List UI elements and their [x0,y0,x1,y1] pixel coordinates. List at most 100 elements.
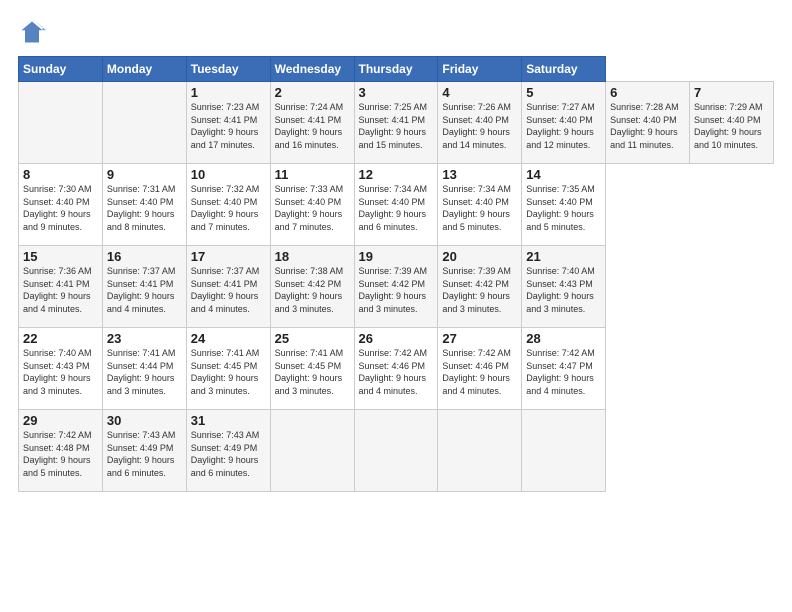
calendar-day-4: 4 Sunrise: 7:26 AM Sunset: 4:40 PM Dayli… [438,82,522,164]
calendar-day-19: 19 Sunrise: 7:39 AM Sunset: 4:42 PM Dayl… [354,246,438,328]
logo [18,18,50,46]
calendar-table: SundayMondayTuesdayWednesdayThursdayFrid… [18,56,774,492]
day-header-thursday: Thursday [354,57,438,82]
calendar-week-0: 1 Sunrise: 7:23 AM Sunset: 4:41 PM Dayli… [19,82,774,164]
day-number: 9 [107,167,182,182]
day-header-monday: Monday [102,57,186,82]
day-info: Sunrise: 7:37 AM Sunset: 4:41 PM Dayligh… [107,265,182,315]
calendar-day-21: 21 Sunrise: 7:40 AM Sunset: 4:43 PM Dayl… [522,246,606,328]
calendar-day-27: 27 Sunrise: 7:42 AM Sunset: 4:46 PM Dayl… [438,328,522,410]
calendar-day-12: 12 Sunrise: 7:34 AM Sunset: 4:40 PM Dayl… [354,164,438,246]
calendar-day-13: 13 Sunrise: 7:34 AM Sunset: 4:40 PM Dayl… [438,164,522,246]
day-number: 6 [610,85,685,100]
day-info: Sunrise: 7:37 AM Sunset: 4:41 PM Dayligh… [191,265,266,315]
day-info: Sunrise: 7:24 AM Sunset: 4:41 PM Dayligh… [275,101,350,151]
day-number: 19 [359,249,434,264]
day-info: Sunrise: 7:34 AM Sunset: 4:40 PM Dayligh… [359,183,434,233]
day-number: 11 [275,167,350,182]
calendar-day-28: 28 Sunrise: 7:42 AM Sunset: 4:47 PM Dayl… [522,328,606,410]
day-info: Sunrise: 7:41 AM Sunset: 4:45 PM Dayligh… [191,347,266,397]
calendar-empty [438,410,522,492]
day-number: 8 [23,167,98,182]
calendar-day-15: 15 Sunrise: 7:36 AM Sunset: 4:41 PM Dayl… [19,246,103,328]
calendar-day-5: 5 Sunrise: 7:27 AM Sunset: 4:40 PM Dayli… [522,82,606,164]
day-info: Sunrise: 7:42 AM Sunset: 4:46 PM Dayligh… [442,347,517,397]
day-number: 4 [442,85,517,100]
calendar-day-17: 17 Sunrise: 7:37 AM Sunset: 4:41 PM Dayl… [186,246,270,328]
day-info: Sunrise: 7:39 AM Sunset: 4:42 PM Dayligh… [359,265,434,315]
day-number: 24 [191,331,266,346]
calendar-day-6: 6 Sunrise: 7:28 AM Sunset: 4:40 PM Dayli… [606,82,690,164]
day-info: Sunrise: 7:25 AM Sunset: 4:41 PM Dayligh… [359,101,434,151]
day-number: 30 [107,413,182,428]
day-info: Sunrise: 7:42 AM Sunset: 4:47 PM Dayligh… [526,347,601,397]
day-info: Sunrise: 7:32 AM Sunset: 4:40 PM Dayligh… [191,183,266,233]
calendar-empty [270,410,354,492]
day-info: Sunrise: 7:40 AM Sunset: 4:43 PM Dayligh… [526,265,601,315]
calendar-week-1: 8 Sunrise: 7:30 AM Sunset: 4:40 PM Dayli… [19,164,774,246]
day-info: Sunrise: 7:30 AM Sunset: 4:40 PM Dayligh… [23,183,98,233]
calendar-day-3: 3 Sunrise: 7:25 AM Sunset: 4:41 PM Dayli… [354,82,438,164]
day-header-friday: Friday [438,57,522,82]
day-info: Sunrise: 7:42 AM Sunset: 4:48 PM Dayligh… [23,429,98,479]
day-number: 31 [191,413,266,428]
day-info: Sunrise: 7:43 AM Sunset: 4:49 PM Dayligh… [191,429,266,479]
calendar-day-2: 2 Sunrise: 7:24 AM Sunset: 4:41 PM Dayli… [270,82,354,164]
calendar-day-26: 26 Sunrise: 7:42 AM Sunset: 4:46 PM Dayl… [354,328,438,410]
day-info: Sunrise: 7:29 AM Sunset: 4:40 PM Dayligh… [694,101,769,151]
calendar-day-24: 24 Sunrise: 7:41 AM Sunset: 4:45 PM Dayl… [186,328,270,410]
calendar-header-row: SundayMondayTuesdayWednesdayThursdayFrid… [19,57,774,82]
calendar-day-30: 30 Sunrise: 7:43 AM Sunset: 4:49 PM Dayl… [102,410,186,492]
day-number: 12 [359,167,434,182]
calendar-day-23: 23 Sunrise: 7:41 AM Sunset: 4:44 PM Dayl… [102,328,186,410]
day-header-tuesday: Tuesday [186,57,270,82]
calendar-day-10: 10 Sunrise: 7:32 AM Sunset: 4:40 PM Dayl… [186,164,270,246]
calendar-week-2: 15 Sunrise: 7:36 AM Sunset: 4:41 PM Dayl… [19,246,774,328]
day-number: 22 [23,331,98,346]
calendar-day-25: 25 Sunrise: 7:41 AM Sunset: 4:45 PM Dayl… [270,328,354,410]
day-info: Sunrise: 7:28 AM Sunset: 4:40 PM Dayligh… [610,101,685,151]
calendar-day-11: 11 Sunrise: 7:33 AM Sunset: 4:40 PM Dayl… [270,164,354,246]
day-info: Sunrise: 7:26 AM Sunset: 4:40 PM Dayligh… [442,101,517,151]
day-info: Sunrise: 7:33 AM Sunset: 4:40 PM Dayligh… [275,183,350,233]
calendar-empty [522,410,606,492]
calendar-day-1: 1 Sunrise: 7:23 AM Sunset: 4:41 PM Dayli… [186,82,270,164]
day-info: Sunrise: 7:41 AM Sunset: 4:44 PM Dayligh… [107,347,182,397]
day-header-wednesday: Wednesday [270,57,354,82]
day-number: 5 [526,85,601,100]
day-info: Sunrise: 7:23 AM Sunset: 4:41 PM Dayligh… [191,101,266,151]
day-info: Sunrise: 7:38 AM Sunset: 4:42 PM Dayligh… [275,265,350,315]
calendar-week-3: 22 Sunrise: 7:40 AM Sunset: 4:43 PM Dayl… [19,328,774,410]
calendar-day-9: 9 Sunrise: 7:31 AM Sunset: 4:40 PM Dayli… [102,164,186,246]
day-header-sunday: Sunday [19,57,103,82]
calendar-empty [19,82,103,164]
calendar-body: 1 Sunrise: 7:23 AM Sunset: 4:41 PM Dayli… [19,82,774,492]
day-number: 14 [526,167,601,182]
day-number: 16 [107,249,182,264]
day-header-saturday: Saturday [522,57,606,82]
logo-icon [18,18,46,46]
day-info: Sunrise: 7:39 AM Sunset: 4:42 PM Dayligh… [442,265,517,315]
day-number: 26 [359,331,434,346]
calendar-empty [354,410,438,492]
day-number: 13 [442,167,517,182]
calendar-day-29: 29 Sunrise: 7:42 AM Sunset: 4:48 PM Dayl… [19,410,103,492]
calendar-empty [102,82,186,164]
calendar-day-18: 18 Sunrise: 7:38 AM Sunset: 4:42 PM Dayl… [270,246,354,328]
calendar-day-31: 31 Sunrise: 7:43 AM Sunset: 4:49 PM Dayl… [186,410,270,492]
day-info: Sunrise: 7:35 AM Sunset: 4:40 PM Dayligh… [526,183,601,233]
day-number: 29 [23,413,98,428]
calendar-container: SundayMondayTuesdayWednesdayThursdayFrid… [0,0,792,502]
day-number: 7 [694,85,769,100]
header [18,18,774,46]
calendar-day-14: 14 Sunrise: 7:35 AM Sunset: 4:40 PM Dayl… [522,164,606,246]
calendar-week-4: 29 Sunrise: 7:42 AM Sunset: 4:48 PM Dayl… [19,410,774,492]
day-number: 10 [191,167,266,182]
day-number: 18 [275,249,350,264]
day-info: Sunrise: 7:31 AM Sunset: 4:40 PM Dayligh… [107,183,182,233]
calendar-day-8: 8 Sunrise: 7:30 AM Sunset: 4:40 PM Dayli… [19,164,103,246]
calendar-day-22: 22 Sunrise: 7:40 AM Sunset: 4:43 PM Dayl… [19,328,103,410]
day-number: 15 [23,249,98,264]
day-info: Sunrise: 7:34 AM Sunset: 4:40 PM Dayligh… [442,183,517,233]
day-number: 21 [526,249,601,264]
